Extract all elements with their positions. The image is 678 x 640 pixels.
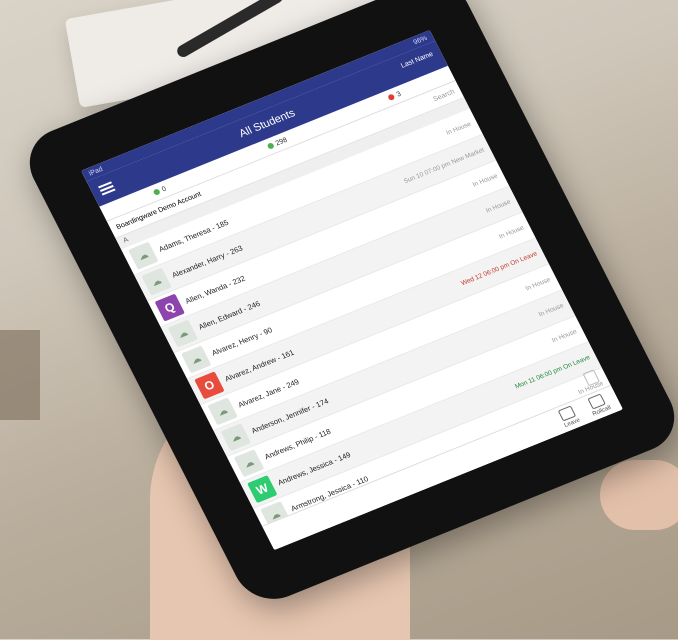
stat-2[interactable]: 3 (387, 90, 402, 101)
avatar: Q (154, 293, 185, 322)
menu-icon[interactable] (98, 181, 116, 196)
stat-dot-icon (152, 188, 161, 196)
student-status: In House (497, 224, 526, 241)
avatar: ☁ (220, 423, 252, 452)
student-status: In House (444, 120, 473, 137)
stat-dot-icon (266, 142, 275, 150)
avatar: ☁ (233, 449, 265, 478)
student-status: In House (550, 327, 578, 344)
avatar: ☁ (167, 319, 199, 348)
sort-button[interactable]: Last Name (400, 51, 435, 70)
background-object (0, 330, 40, 420)
stat-dot-icon (387, 93, 396, 101)
stat-1[interactable]: 298 (266, 136, 288, 150)
avatar: ☁ (207, 397, 238, 426)
avatar: ☁ (128, 241, 159, 270)
stat-0[interactable]: 0 (152, 185, 167, 196)
student-status: In House (484, 198, 512, 215)
hand-right (600, 460, 678, 530)
tab-rollcall[interactable]: Rollcall (585, 392, 612, 417)
student-status: In House (471, 172, 499, 189)
search-input[interactable]: Search (432, 88, 456, 103)
avatar: ☁ (141, 267, 172, 296)
avatar: W (247, 475, 278, 504)
avatar: ☁ (180, 345, 212, 374)
avatar: O (194, 371, 225, 400)
tab-leave[interactable]: Leave (557, 405, 581, 429)
student-status: In House (524, 275, 552, 292)
student-status: In House (537, 301, 565, 318)
